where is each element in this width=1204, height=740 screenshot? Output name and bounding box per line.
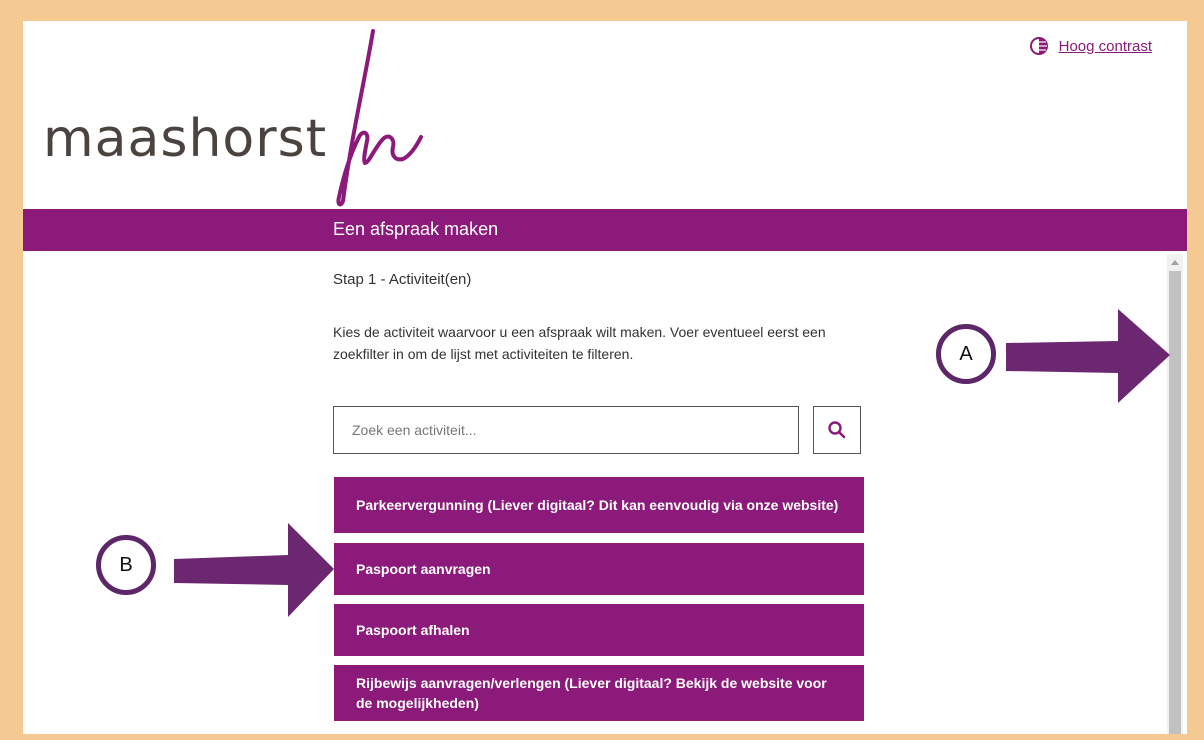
activity-parkeervergunning[interactable]: Parkeervergunning (Liever digitaal? Dit … [334,477,864,533]
activity-label: Parkeervergunning (Liever digitaal? Dit … [356,497,839,513]
intro-text: Kies de activiteit waarvoor u een afspra… [333,324,826,362]
activity-label: Paspoort aanvragen [356,561,491,577]
scroll-up-arrow-icon[interactable] [1167,254,1183,270]
arrow-right-icon [174,523,334,617]
title-banner: Een afspraak maken [23,209,1187,251]
activity-label: Rijbewijs aanvragen/verlengen (Liever di… [356,675,827,711]
activity-label: Paspoort afhalen [356,622,470,638]
step-label: Stap 1 - Activiteit(en) [333,271,472,288]
annotation-a-label: A [959,342,973,365]
search-icon [828,421,846,439]
arrow-right-icon [1006,309,1170,403]
contrast-toggle[interactable]: Hoog contrast [1029,36,1152,56]
search-input[interactable] [333,406,799,454]
activity-paspoort-afhalen[interactable]: Paspoort afhalen [334,604,864,656]
annotation-a-badge: A [936,324,996,384]
page-frame: maashorst Hoog contrast Een afspraak mak… [23,21,1187,734]
contrast-icon [1029,37,1048,55]
search-button[interactable] [813,406,861,454]
contrast-link[interactable]: Hoog contrast [1059,38,1152,55]
activity-rijbewijs[interactable]: Rijbewijs aanvragen/verlengen (Liever di… [334,665,864,721]
logo-text: maashorst [43,109,328,169]
annotation-b-badge: B [96,535,156,595]
annotation-b-label: B [119,553,133,576]
activity-paspoort-aanvragen[interactable]: Paspoort aanvragen [334,543,864,595]
logo-mark-icon [336,29,423,207]
page-title: Een afspraak maken [333,219,499,239]
